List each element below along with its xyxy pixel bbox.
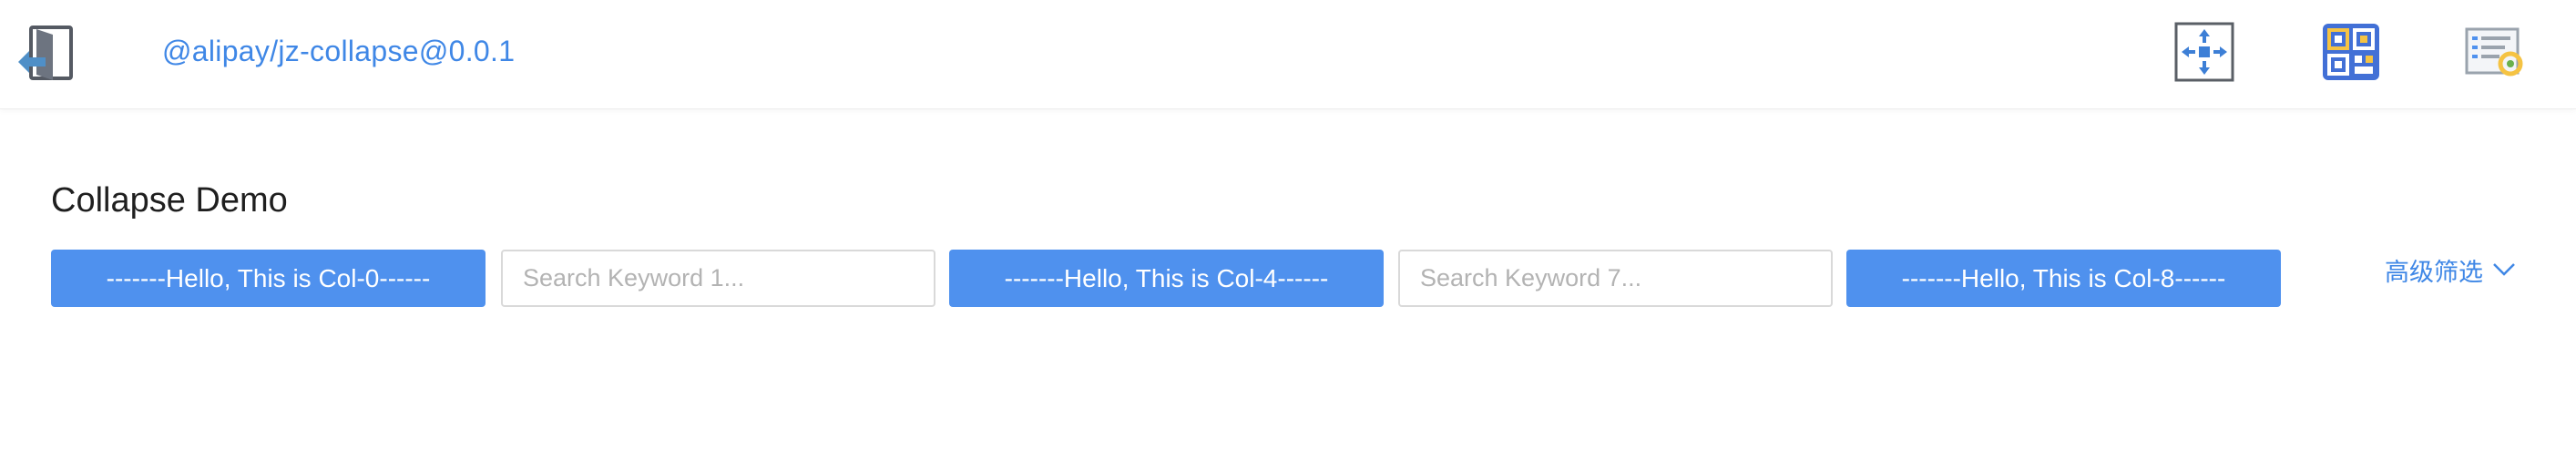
expand-arrows-icon[interactable] [2174, 22, 2234, 82]
package-title: @alipay/jz-collapse@0.0.1 [162, 35, 516, 67]
search-keyword-7-input[interactable] [1398, 250, 1833, 307]
chevron-down-icon [2493, 263, 2515, 276]
advanced-filter-toggle[interactable]: 高级筛选 [2385, 251, 2516, 288]
advanced-filter-label: 高级筛选 [2385, 258, 2483, 287]
top-header: @alipay/jz-collapse@0.0.1 [0, 0, 2576, 109]
qr-code-icon[interactable] [2321, 22, 2381, 82]
exit-icon[interactable] [15, 24, 77, 84]
search-keyword-1-input[interactable] [501, 250, 935, 307]
col-0-button[interactable]: -------Hello, This is Col-0------ [51, 250, 486, 307]
page-title: Collapse Demo [51, 181, 288, 220]
col-8-button[interactable]: -------Hello, This is Col-8------ [1846, 250, 2281, 307]
list-settings-icon[interactable] [2465, 22, 2525, 82]
col-4-button[interactable]: -------Hello, This is Col-4------ [949, 250, 1384, 307]
